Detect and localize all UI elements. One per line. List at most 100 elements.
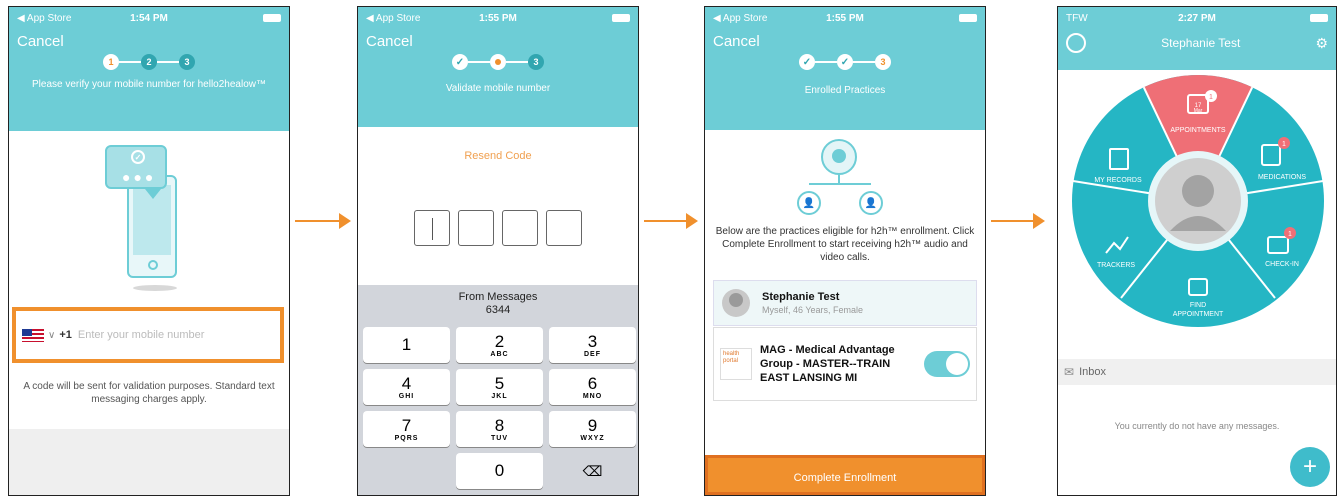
clock: 1:54 PM [130,12,168,24]
medications-label: MEDICATIONS [1258,174,1306,181]
phone-message-illustration: ✓ ●●● [105,145,195,295]
practice-name: MAG - Medical Advantage Group - MASTER--… [760,344,895,384]
key-0[interactable]: 0 [456,453,543,489]
status-bar: TFW 2:27 PM [1058,7,1336,29]
header: ◀ App Store 1:55 PM Cancel ✓ 3 Validate … [358,7,638,127]
step-indicator: ✓ ✓ 3 [705,54,985,70]
key-3[interactable]: 3 DEF [549,327,636,363]
key-5[interactable]: 5 JKL [456,369,543,405]
step-indicator: ✓ 3 [358,54,638,70]
key-1[interactable]: 1 [363,327,450,363]
code-digit-4[interactable] [546,210,582,246]
avatar [722,289,750,317]
add-button[interactable]: + [1290,447,1330,487]
inbox-bar[interactable]: ✉ Inbox [1058,359,1336,385]
appointments-label: APPOINTMENTS [1170,127,1226,134]
inbox-label: Inbox [1079,366,1106,378]
patient-details: Myself, 46 Years, Female [762,305,864,315]
check-icon: ✓ [131,150,145,164]
records-label: MY RECORDS [1094,177,1142,184]
mobile-number-input[interactable]: Enter your mobile number [78,329,205,341]
step-indicator: 1 2 3 [9,54,289,70]
find-label-1: FIND [1190,302,1206,309]
practice-row[interactable]: health portal MAG - Medical Advantage Gr… [713,327,977,401]
header: ◀ App Store 1:54 PM Cancel 1 2 3 Please … [9,7,289,131]
validate-number-screen: ◀ App Store 1:55 PM Cancel ✓ 3 Validate … [357,6,639,496]
code-entry[interactable] [414,210,582,246]
step-2-active [490,54,506,70]
phone-number-field[interactable]: ∨ +1 Enter your mobile number [12,307,284,363]
complete-enrollment-button[interactable]: Complete Enrollment [705,455,985,495]
step-2: 2 [141,54,157,70]
practice-network-illustration: 👤 👤 [795,139,885,217]
enroll-toggle[interactable] [924,351,970,377]
key-8[interactable]: 8 TUV [456,411,543,447]
header-text: Validate mobile number [445,83,551,94]
avatar-head [1182,175,1214,207]
empty-inbox-message: You currently do not have any messages. [1114,421,1280,431]
patient-row[interactable]: Stephanie Test Myself, 46 Years, Female [713,280,977,326]
key-2[interactable]: 2 ABC [456,327,543,363]
code-digit-3[interactable] [502,210,538,246]
checkin-label: CHECK-IN [1265,261,1299,268]
patient-name: Stephanie Test [762,291,840,303]
dots-icon: ●●● [122,169,157,185]
person-icon: 👤 [859,191,883,215]
key-7[interactable]: 7 PQRS [363,411,450,447]
flow-arrow [991,213,1047,229]
flow-canvas: ◀ App Store 1:54 PM Cancel 1 2 3 Please … [0,0,1337,501]
svg-text:1: 1 [1209,94,1213,101]
header-text: Please verify your mobile number for hel… [31,79,266,90]
us-flag-icon[interactable] [22,328,44,342]
cancel-button[interactable]: Cancel [358,33,638,50]
sms-note: A code will be sent for validation purpo… [23,381,275,405]
header-text: Enrolled Practices [804,85,886,96]
gear-icon[interactable]: ⚙ [1315,35,1328,52]
home-dashboard-screen: TFW 2:27 PM Stephanie Test ⚙ 17 Mar 1 AP… [1057,6,1337,496]
footer-area [9,429,289,495]
step-1: 1 [103,54,119,70]
key-9[interactable]: 9 WXYZ [549,411,636,447]
healow-portal-logo: health portal [720,348,752,380]
clock: 1:55 PM [479,12,517,24]
cancel-button[interactable]: Cancel [705,33,985,50]
profile-icon[interactable] [1066,33,1086,53]
cancel-button[interactable]: Cancel [9,33,289,50]
resend-code-link[interactable]: Resend Code [358,150,638,162]
code-digit-1[interactable] [414,210,450,246]
autofill-suggestion[interactable]: From Messages 6344 [358,285,638,327]
person-icon: 👤 [797,191,821,215]
code-digit-2[interactable] [458,210,494,246]
step-3: 3 [179,54,195,70]
key-6[interactable]: 6 MNO [549,369,636,405]
status-bar: ◀ App Store 1:54 PM [9,7,289,29]
step-1-check-icon: ✓ [452,54,468,70]
status-bar: ◀ App Store 1:55 PM [705,7,985,29]
envelope-icon: ✉ [1064,365,1075,379]
feature-wheel: 17 Mar 1 APPOINTMENTS 1 MEDICATIONS 1 CH… [1072,75,1324,327]
enrollment-description: Below are the practices eligible for h2h… [715,226,975,263]
status-bar: ◀ App Store 1:55 PM [358,7,638,29]
country-code: +1 [59,329,72,341]
verify-number-screen: ◀ App Store 1:54 PM Cancel 1 2 3 Please … [8,6,290,496]
backspace-icon[interactable]: ⌫ [549,453,636,489]
svg-text:1: 1 [1288,231,1292,238]
chevron-down-icon[interactable]: ∨ [48,330,55,341]
header: TFW 2:27 PM Stephanie Test ⚙ [1058,7,1336,70]
chat-bubble-icon: ✓ ●●● [105,145,167,189]
user-name: Stephanie Test [1161,36,1241,50]
step-1-check-icon: ✓ [799,54,815,70]
numeric-keyboard: From Messages 6344 1 2 ABC 3 DEF 4 GHI 5 JKL… [358,285,638,495]
find-label-2: APPOINTMENT [1173,311,1224,318]
step-3: 3 [528,54,544,70]
key-grid: 1 2 ABC 3 DEF 4 GHI 5 JKL 6 MNO 7 PQRS 8 TUV 9W… [358,327,638,489]
header: ◀ App Store 1:55 PM Cancel ✓ ✓ 3 Enrolle… [705,7,985,130]
clock: 1:55 PM [826,12,864,24]
step-connector [119,61,141,63]
top-bar: Stephanie Test ⚙ [1058,29,1336,57]
flow-arrow [644,213,700,229]
key-4[interactable]: 4 GHI [363,369,450,405]
flow-arrow [295,213,351,229]
doctor-icon [821,139,857,175]
step-connector [157,61,179,63]
